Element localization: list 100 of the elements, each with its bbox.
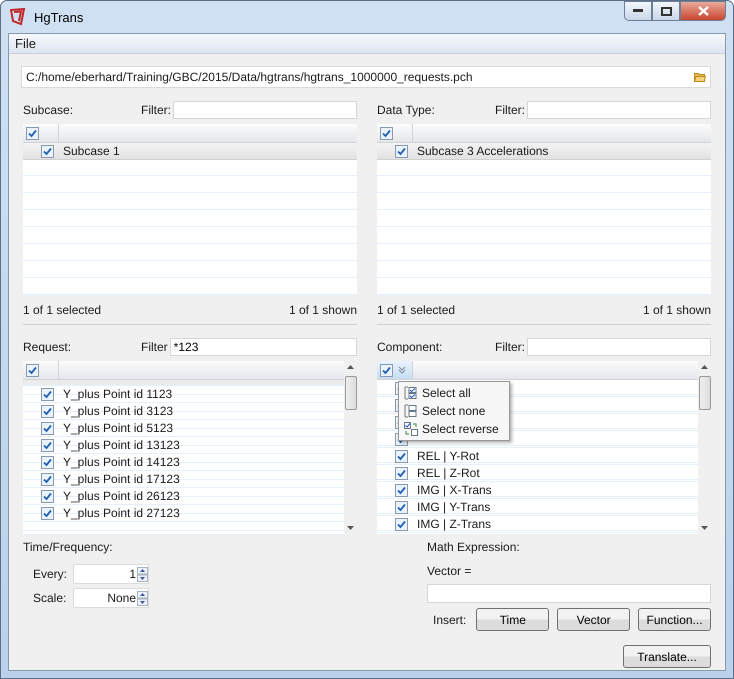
checkbox[interactable] [41, 404, 54, 418]
section-label: Request: [23, 340, 72, 354]
checkbox[interactable] [41, 388, 54, 400]
list-row[interactable]: IMG | Z-Trans [377, 516, 698, 533]
row-label: Subcase 1 [63, 144, 120, 158]
menu-item[interactable]: File [13, 36, 38, 51]
row-label: Y_plus Point id 17123 [63, 472, 180, 486]
scroll-down-icon[interactable] [701, 526, 708, 530]
list-row[interactable]: Subcase 3 Accelerations [377, 143, 711, 160]
spin-box[interactable]: 1 [73, 564, 149, 584]
scroll-up-icon[interactable] [347, 365, 354, 369]
shown-count: 1 of 1 shown [288, 303, 357, 317]
insert-label: Insert: [433, 612, 466, 626]
field-label: Vector = [427, 564, 472, 578]
filter-field[interactable] [173, 101, 357, 119]
section-label: Component: [377, 340, 444, 354]
list-row[interactable]: Subcase 1 [23, 143, 357, 160]
row-label: IMG | Y-Trans [417, 500, 490, 514]
checkbox[interactable] [41, 144, 54, 158]
minimize-button[interactable] [624, 1, 652, 21]
row-label: Subcase 3 Accelerations [417, 144, 548, 158]
maximize-button[interactable] [652, 1, 680, 21]
checkbox[interactable] [395, 484, 408, 496]
filter-label: Filter [141, 340, 168, 354]
row-label: IMG | X-Trans [417, 483, 492, 497]
scrollbar-thumb[interactable] [698, 376, 710, 410]
section-label: Math Expression: [427, 540, 521, 554]
list-row[interactable]: REL | Z-Rot [377, 465, 698, 482]
section-label: Subcase: [23, 103, 74, 117]
swap-list-icon [404, 422, 418, 436]
checkbox[interactable] [395, 518, 408, 530]
row-label: Y_plus Point id 5123 [63, 421, 174, 435]
checkbox[interactable] [41, 490, 54, 502]
shown-count: 1 of 1 shown [642, 303, 711, 317]
checkbox[interactable] [380, 364, 393, 376]
checkbox[interactable] [41, 456, 54, 468]
scroll-up-icon[interactable] [701, 365, 708, 369]
list-row[interactable]: Y_plus Point id 5123 [23, 420, 344, 437]
spin-arrows-icon[interactable] [137, 590, 148, 606]
list-row[interactable]: Y_plus Point id 26123 [23, 488, 344, 505]
close-button[interactable] [680, 1, 726, 21]
field-label: Every: [33, 567, 68, 581]
list-row[interactable]: Y_plus Point id 27123 [23, 505, 344, 522]
double-chevron-icon[interactable] [398, 366, 406, 374]
checkbox[interactable] [395, 144, 408, 158]
row-label: Y_plus Point id 14123 [63, 455, 180, 469]
filter-field[interactable]: *123 [170, 338, 357, 356]
expression-field[interactable] [427, 584, 711, 603]
list-row[interactable]: Y_plus Point id 14123 [23, 454, 344, 471]
row-label: Y_plus Point id 13123 [63, 438, 180, 452]
spin-box[interactable]: None [73, 588, 149, 608]
file-path-field[interactable]: C:/home/eberhard/Training/GBC/2015/Data/hgtrans/hgtrans_1000000_requests.pch [21, 66, 711, 88]
scroll-down-icon[interactable] [347, 526, 354, 530]
list-row[interactable]: Y_plus Point id 3123 [23, 403, 344, 420]
translate-button[interactable]: Translate... [623, 645, 711, 668]
row-label: Y_plus Point id 26123 [63, 489, 180, 503]
list-row[interactable]: REL | Y-Rot [377, 448, 698, 465]
list-row[interactable]: Y_plus Point id 13123 [23, 437, 344, 454]
checkbox[interactable] [26, 364, 39, 376]
checkbox[interactable] [380, 126, 393, 140]
selected-count: 1 of 1 selected [23, 303, 102, 317]
checkbox[interactable] [26, 126, 39, 140]
list-row[interactable]: IMG | Y-Trans [377, 499, 698, 516]
filter-field[interactable] [527, 101, 711, 119]
menu-item[interactable]: Select reverse [401, 420, 507, 438]
row-label: REL | Z-Rot [417, 466, 480, 480]
close-icon [698, 6, 708, 16]
row-label: REL | Y-Rot [417, 449, 480, 463]
menu-item[interactable]: Select none [401, 402, 507, 420]
row-label: IMG | Z-Trans [417, 517, 492, 531]
checkbox[interactable] [41, 472, 54, 486]
filter-label: Filter: [495, 340, 525, 354]
empty-list-icon [404, 404, 418, 418]
insert-button[interactable]: Function... [638, 608, 711, 631]
window-title: HgTrans [34, 10, 84, 24]
filter-label: Filter: [495, 103, 525, 117]
checkbox[interactable] [395, 450, 408, 462]
list-row[interactable]: Y_plus Point id 1123 [23, 386, 344, 403]
menu-item[interactable]: Select all [401, 384, 507, 402]
checkbox[interactable] [41, 422, 54, 434]
row-label: Y_plus Point id 1123 [63, 387, 172, 401]
checkbox[interactable] [395, 466, 408, 480]
minimize-icon [633, 9, 643, 13]
spin-arrows-icon[interactable] [137, 566, 148, 582]
filter-field[interactable] [527, 338, 711, 356]
folder-icon[interactable] [694, 72, 706, 82]
list-row[interactable]: IMG | X-Trans [377, 482, 698, 499]
maximize-icon [660, 6, 672, 16]
section-label: Time/Frequency: [23, 540, 114, 554]
scrollbar-thumb[interactable] [344, 376, 356, 410]
checkbox[interactable] [41, 438, 54, 452]
checkbox[interactable] [41, 506, 54, 520]
insert-button[interactable]: Time [476, 608, 550, 631]
list-row[interactable]: Y_plus Point id 17123 [23, 471, 344, 488]
filter-label: Filter: [141, 103, 171, 117]
section-label: Data Type: [377, 103, 436, 117]
checkbox[interactable] [395, 500, 408, 514]
row-label: Y_plus Point id 27123 [63, 506, 180, 520]
field-label: Scale: [33, 591, 68, 605]
insert-button[interactable]: Vector [557, 608, 630, 631]
